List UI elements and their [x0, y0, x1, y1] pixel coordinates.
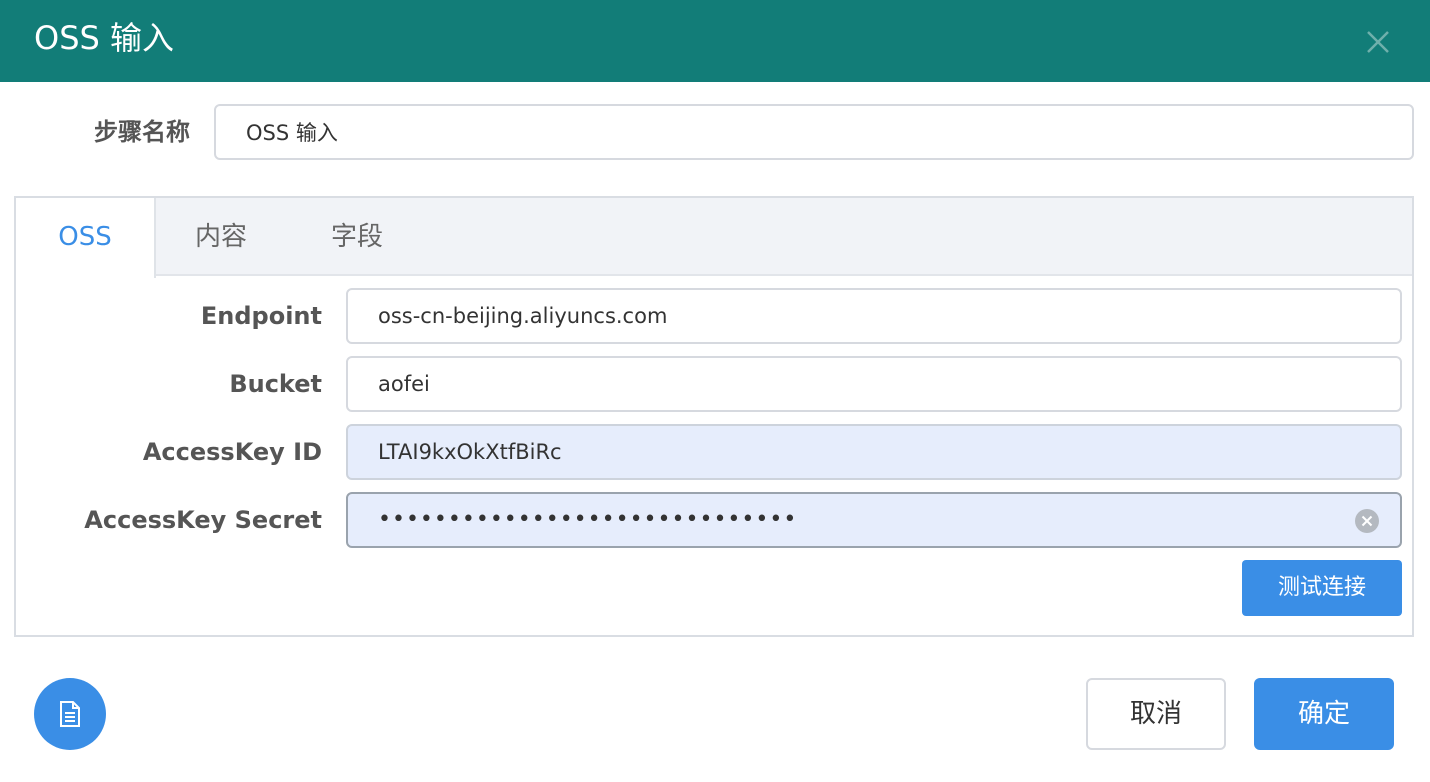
- cancel-button[interactable]: 取消: [1086, 678, 1226, 750]
- confirm-button[interactable]: 确定: [1254, 678, 1394, 750]
- clear-circle-icon[interactable]: [1354, 508, 1380, 534]
- step-name-label: 步骤名称: [94, 118, 190, 146]
- access-key-secret-input[interactable]: ••••••••••••••••••••••••••••••: [346, 492, 1402, 548]
- bucket-input[interactable]: aofei: [346, 356, 1402, 412]
- endpoint-label: Endpoint: [200, 302, 322, 330]
- document-icon: [60, 701, 80, 727]
- close-icon: [1367, 31, 1389, 53]
- dialog-title: OSS 输入: [34, 19, 174, 57]
- close-button[interactable]: [1362, 26, 1394, 58]
- dialog-header: OSS 输入: [0, 0, 1430, 82]
- bucket-label: Bucket: [229, 370, 322, 398]
- tab-content[interactable]: 内容: [176, 198, 266, 276]
- tab-fields[interactable]: 字段: [312, 198, 402, 276]
- access-key-id-input[interactable]: LTAI9kxOkXtfBiRc: [346, 424, 1402, 480]
- document-button[interactable]: [34, 678, 106, 750]
- oss-config-panel: OSS 内容 字段 Endpoint oss-cn-beijing.aliyun…: [14, 196, 1414, 637]
- access-key-secret-label: AccessKey Secret: [84, 506, 322, 534]
- endpoint-input[interactable]: oss-cn-beijing.aliyuncs.com: [346, 288, 1402, 344]
- step-name-input[interactable]: [214, 104, 1414, 160]
- tab-oss[interactable]: OSS: [16, 198, 156, 278]
- test-connection-button[interactable]: 测试连接: [1242, 560, 1402, 616]
- access-key-id-label: AccessKey ID: [142, 438, 322, 466]
- tab-bar: OSS 内容 字段: [16, 198, 1412, 278]
